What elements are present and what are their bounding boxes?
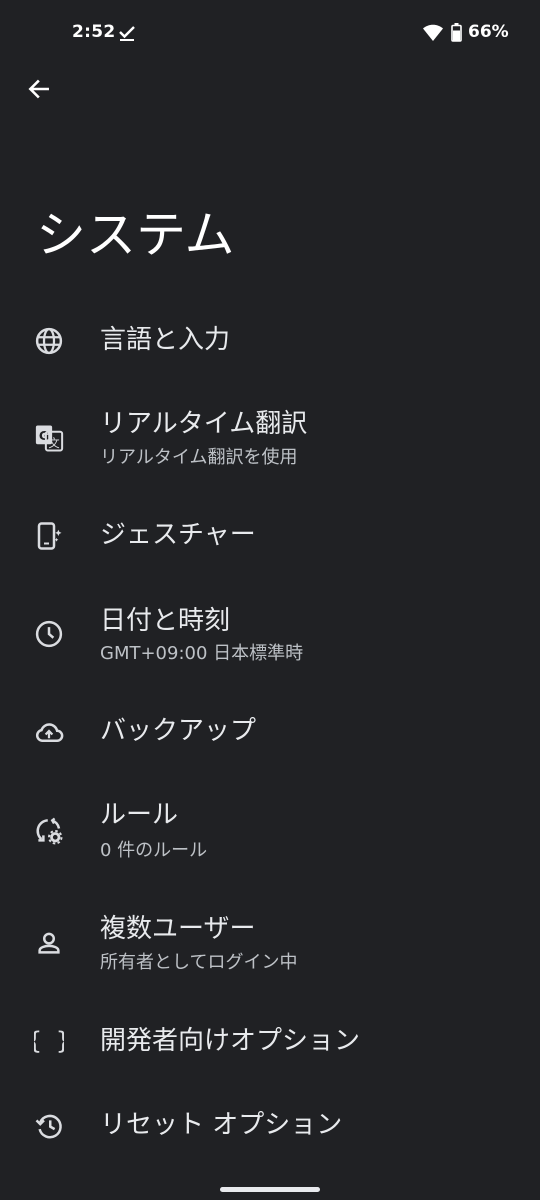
- setting-title: 言語と入力: [100, 325, 231, 355]
- svg-text:文: 文: [48, 436, 59, 450]
- setting-multiple-users[interactable]: 複数ユーザー 所有者としてログイン中: [0, 897, 540, 989]
- setting-summary: GMT+09:00 日本標準時: [100, 643, 304, 664]
- setting-title: 複数ユーザー: [100, 914, 256, 944]
- cloud-upload-icon: [34, 717, 64, 747]
- setting-title: 開発者向けオプション: [100, 1026, 361, 1056]
- braces-icon: { }: [34, 1026, 64, 1056]
- translate-icon: G 文: [34, 423, 64, 453]
- setting-title: ジェスチャー: [100, 520, 256, 550]
- svg-text:{ }: { }: [34, 1027, 64, 1055]
- settings-list: 言語と入力 G 文 リアルタイム翻訳 リアルタイム翻訳を使用 ジェスチャー 日付…: [0, 0, 540, 1200]
- setting-title: リセット オプション: [100, 1110, 343, 1140]
- setting-reset-options[interactable]: リセット オプション: [0, 1088, 540, 1164]
- gesture-nav-handle[interactable]: [220, 1187, 320, 1192]
- setting-title: ルール: [100, 800, 179, 830]
- rules-icon: [34, 816, 64, 846]
- setting-summary: リアルタイム翻訳を使用: [100, 447, 298, 468]
- setting-developer-options[interactable]: { } 開発者向けオプション: [0, 1004, 540, 1080]
- setting-title: バックアップ: [100, 716, 257, 746]
- setting-gestures[interactable]: ジェスチャー: [0, 498, 540, 574]
- person-icon: [34, 928, 64, 958]
- gesture-phone-icon: [34, 521, 64, 551]
- setting-summary: 0 件のルール: [100, 840, 208, 861]
- setting-rules[interactable]: ルール 0 件のルール: [0, 786, 540, 878]
- setting-title: リアルタイム翻訳: [100, 409, 308, 439]
- globe-icon: [34, 326, 64, 356]
- setting-backup[interactable]: バックアップ: [0, 694, 540, 770]
- clock-icon: [34, 619, 64, 649]
- setting-date-time[interactable]: 日付と時刻 GMT+09:00 日本標準時: [0, 590, 540, 682]
- setting-live-translate[interactable]: G 文 リアルタイム翻訳 リアルタイム翻訳を使用: [0, 393, 540, 485]
- setting-summary: 所有者としてログイン中: [100, 952, 298, 973]
- setting-languages-input[interactable]: 言語と入力: [0, 304, 540, 380]
- setting-title: 日付と時刻: [100, 606, 231, 636]
- history-icon: [34, 1111, 64, 1141]
